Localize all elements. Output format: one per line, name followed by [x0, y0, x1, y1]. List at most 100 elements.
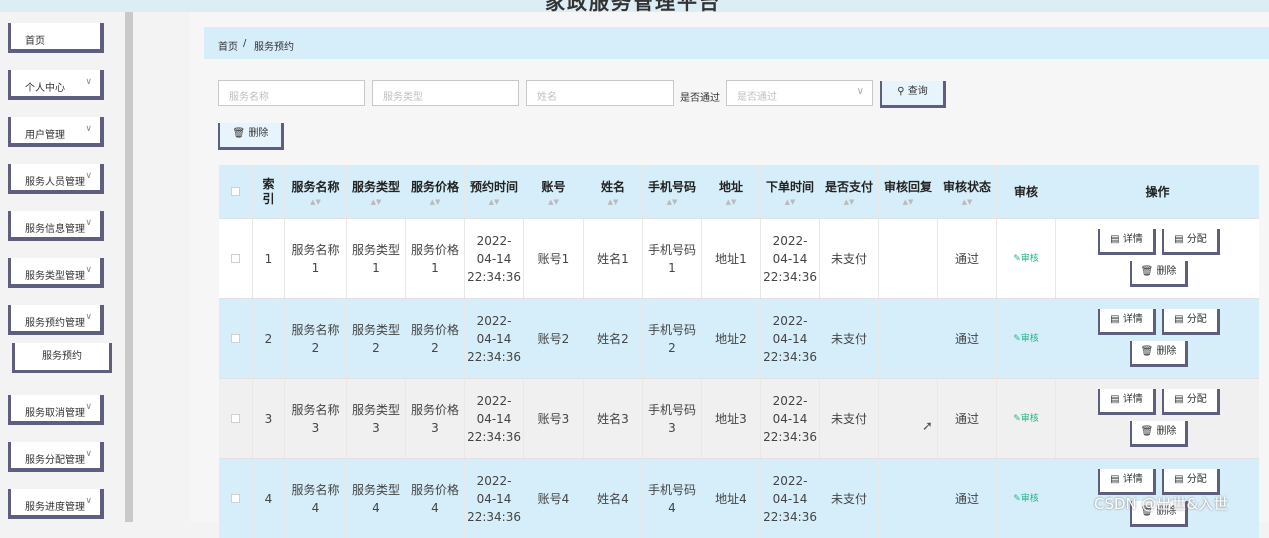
cell-status: 通过 — [938, 379, 997, 458]
chevron-down-icon: ∨ — [85, 171, 92, 181]
cell-appointment-time: 2022-04-14 22:34:36 — [465, 379, 524, 458]
approved-select[interactable]: 是否通过 ∨ — [726, 80, 873, 106]
col-service-name[interactable]: 服务名称 ▲▼ — [285, 165, 347, 218]
assign-button-label: 分配 — [1186, 314, 1207, 325]
col-status[interactable]: 审核状态 ▲▼ — [938, 165, 997, 218]
approved-label: 是否通过 — [680, 93, 720, 104]
cell-reply — [879, 459, 938, 538]
cell-paid: 未支付 — [820, 379, 879, 458]
sidebar-item-label: 服务取消管理 — [25, 408, 85, 419]
sidebar-item-appointment-management[interactable]: 服务预约管理 ∨ — [8, 305, 104, 335]
col-reply[interactable]: 审核回复 ▲▼ — [879, 165, 938, 218]
row-checkbox[interactable] — [219, 459, 253, 538]
cell-status: 通过 — [938, 299, 997, 378]
col-order-time[interactable]: 下单时间 ▲▼ — [761, 165, 820, 218]
col-address[interactable]: 地址 ▲▼ — [702, 165, 761, 218]
detail-button[interactable]: ▤ 详情 — [1098, 309, 1156, 335]
document-icon: ▤ — [1174, 474, 1187, 485]
edit-icon: ✎ — [1013, 333, 1021, 344]
review-link[interactable]: ✎ 审核 — [997, 379, 1056, 458]
delete-label: 删除 — [248, 128, 269, 139]
trash-icon: 🗑 — [1140, 426, 1157, 437]
edit-icon: ✎ — [1013, 413, 1021, 424]
sidebar-item-personal-center[interactable]: 个人中心 ∨ — [8, 70, 104, 100]
assign-button[interactable]: ▤ 分配 — [1162, 469, 1220, 495]
review-link[interactable]: ✎ 审核 — [997, 299, 1056, 378]
sidebar-item-label: 服务预约管理 — [25, 318, 85, 329]
service-name-input[interactable]: 服务名称 — [218, 80, 365, 106]
document-icon: ▤ — [1174, 314, 1187, 325]
cell-service-name: 服务名称3 — [285, 379, 347, 458]
cell-appointment-time: 2022-04-14 22:34:36 — [465, 219, 524, 298]
service-name-placeholder: 服务名称 — [229, 92, 269, 103]
cell-service-price: 服务价格1 — [406, 219, 465, 298]
chevron-down-icon: ∨ — [85, 312, 92, 322]
review-link[interactable]: ✎ 审核 — [997, 219, 1056, 298]
cell-address: 地址2 — [702, 299, 761, 378]
sidebar-item-service-type-management[interactable]: 服务类型管理 ∨ — [8, 258, 104, 288]
review-link[interactable]: ✎ 审核 — [997, 459, 1056, 538]
cell-name: 姓名3 — [584, 379, 643, 458]
col-index[interactable]: 索引 — [253, 165, 285, 218]
table-row: 1 服务名称1 服务类型1 服务价格1 2022-04-14 22:34:36 账号1 姓名… — [219, 218, 1259, 298]
col-paid[interactable]: 是否支付 ▲▼ — [820, 165, 879, 218]
edit-icon: ✎ — [1013, 493, 1021, 504]
cell-appointment-time: 2022-04-14 22:34:36 — [465, 459, 524, 538]
name-input[interactable]: 姓名 — [526, 80, 674, 106]
row-checkbox[interactable] — [219, 219, 253, 298]
sidebar-item-service-info-management[interactable]: 服务信息管理 ∨ — [8, 211, 104, 241]
detail-button[interactable]: ▤ 详情 — [1098, 389, 1156, 415]
col-review[interactable]: 审核 — [997, 165, 1056, 218]
assign-button[interactable]: ▤ 分配 — [1162, 309, 1220, 335]
sidebar-item-progress-management[interactable]: 服务进度管理 ∨ — [8, 489, 104, 519]
cell-index: 1 — [253, 219, 285, 298]
select-all-checkbox[interactable] — [219, 165, 253, 218]
assign-button-label: 分配 — [1186, 474, 1207, 485]
col-service-type[interactable]: 服务类型 ▲▼ — [347, 165, 406, 218]
detail-button[interactable]: ▤ 详情 — [1098, 469, 1156, 495]
col-appointment-time[interactable]: 预约时间 ▲▼ — [465, 165, 524, 218]
sidebar-item-user-management[interactable]: 用户管理 ∨ — [8, 117, 104, 147]
col-service-price[interactable]: 服务价格 ▲▼ — [406, 165, 465, 218]
detail-button[interactable]: ▤ 详情 — [1098, 229, 1156, 255]
sidebar-item-cancel-management[interactable]: 服务取消管理 ∨ — [8, 395, 104, 425]
row-checkbox[interactable] — [219, 299, 253, 378]
trash-icon: 🗑 — [1140, 346, 1157, 357]
sidebar-item-label: 服务分配管理 — [25, 455, 85, 466]
cell-paid: 未支付 — [820, 299, 879, 378]
sidebar-item-home[interactable]: 首页 — [8, 23, 104, 53]
cell-index: 4 — [253, 459, 285, 538]
top-bar: 家政服务管理平台 — [0, 0, 1269, 12]
cell-index: 2 — [253, 299, 285, 378]
sidebar-subitem-appointment[interactable]: 服务预约 — [12, 343, 112, 373]
cell-paid: 未支付 — [820, 219, 879, 298]
cell-name: 姓名1 — [584, 219, 643, 298]
service-type-input[interactable]: 服务类型 — [372, 80, 519, 106]
table-row: 3 服务名称3 服务类型3 服务价格3 2022-04-14 22:34:36 账号3 姓名… — [219, 378, 1259, 458]
assign-button[interactable]: ▤ 分配 — [1162, 229, 1220, 255]
document-icon: ▤ — [1110, 474, 1123, 485]
assign-button-label: 分配 — [1186, 234, 1207, 245]
delete-button[interactable]: 🗑 删除 — [1130, 421, 1188, 447]
delete-button[interactable]: 🗑 删除 — [1130, 341, 1188, 367]
cell-service-type: 服务类型2 — [347, 299, 406, 378]
col-name[interactable]: 姓名 ▲▼ — [584, 165, 643, 218]
col-account[interactable]: 账号 ▲▼ — [524, 165, 584, 218]
trash-icon: 🗑 — [1140, 266, 1157, 277]
delete-button-label: 删除 — [1156, 346, 1177, 357]
name-placeholder: 姓名 — [537, 92, 557, 103]
batch-delete-button[interactable]: 🗑 删除 — [218, 123, 284, 150]
cell-order-time: 2022-04-14 22:34:36 — [761, 299, 820, 378]
row-checkbox[interactable] — [219, 379, 253, 458]
sidebar-item-label: 服务类型管理 — [25, 271, 85, 282]
query-button[interactable]: ⚲ 查询 — [880, 81, 946, 108]
delete-button[interactable]: 🗑 删除 — [1130, 261, 1188, 287]
sidebar-item-staff-management[interactable]: 服务人员管理 ∨ — [8, 164, 104, 194]
mouse-cursor: ➚ — [922, 419, 933, 434]
table-row: 2 服务名称2 服务类型2 服务价格2 2022-04-14 22:34:36 账号2 姓名… — [219, 298, 1259, 378]
assign-button[interactable]: ▤ 分配 — [1162, 389, 1220, 415]
document-icon: ▤ — [1110, 314, 1123, 325]
breadcrumb-home[interactable]: 首页 — [218, 38, 238, 53]
col-phone[interactable]: 手机号码 ▲▼ — [643, 165, 702, 218]
sidebar-item-assignment-management[interactable]: 服务分配管理 ∨ — [8, 442, 104, 472]
